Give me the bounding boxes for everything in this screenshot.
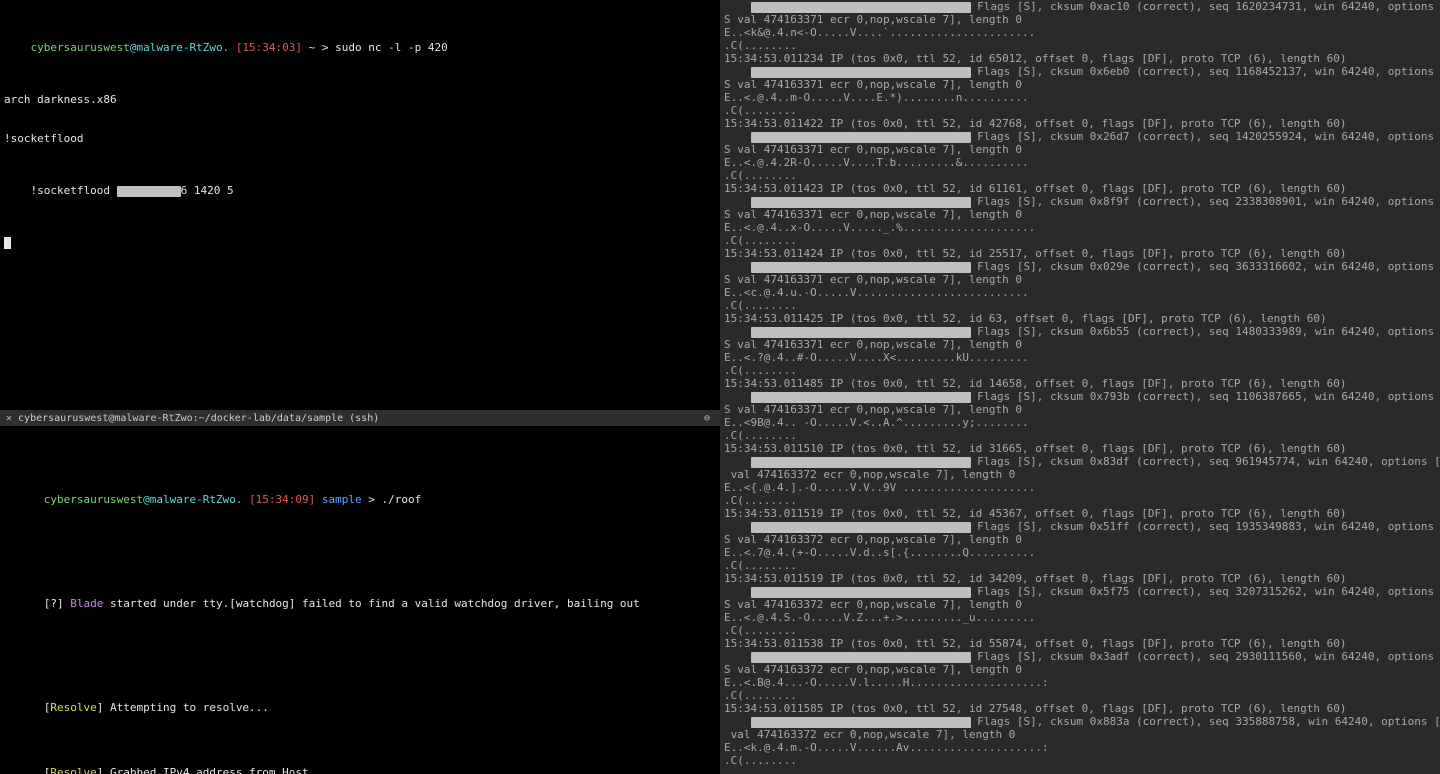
prompt-user: cybersauruswest — [31, 41, 130, 54]
redacted-text — [751, 327, 971, 338]
tcpdump-line: S val 474163371 ecr 0,nop,wscale 7], len… — [724, 143, 1436, 156]
tcpdump-line: .C(........ — [724, 104, 1436, 117]
tcpdump-line: .C(........ — [724, 169, 1436, 182]
redacted-text — [751, 457, 971, 468]
tcpdump-line: S val 474163372 ecr 0,nop,wscale 7], len… — [724, 663, 1436, 676]
terminal-pane-bottom-left[interactable]: ✕ cybersauruswest@malware-RtZwo:~/docker… — [0, 384, 720, 774]
tcpdump-line: Flags [S], cksum 0x83df (correct), seq 9… — [724, 455, 1436, 468]
tcpdump-line: .C(........ — [724, 689, 1436, 702]
close-icon[interactable]: ✕ — [6, 412, 12, 425]
tcpdump-line: E..<.7@.4.(+-O.....V.d..s[.{........Q...… — [724, 546, 1436, 559]
tcpdump-line: S val 474163371 ecr 0,nop,wscale 7], len… — [724, 338, 1436, 351]
prompt-host: malware-RtZwo. — [136, 41, 229, 54]
tcpdump-line: 15:34:53.011538 IP (tos 0x0, ttl 52, id … — [724, 637, 1436, 650]
output-line: 6 1420 5 — [181, 184, 234, 197]
tcpdump-line: E..<k.@.4.m.-O.....V......Av............… — [724, 741, 1436, 754]
redacted-text — [751, 717, 971, 728]
terminal-pane-top-left[interactable]: cybersauruswest@malware-RtZwo. [15:34:03… — [0, 0, 720, 384]
tcpdump-line: S val 474163371 ecr 0,nop,wscale 7], len… — [724, 208, 1436, 221]
tcpdump-line: Flags [S], cksum 0x793b (correct), seq 1… — [724, 390, 1436, 403]
output-line: !socketflood — [4, 132, 716, 145]
tcpdump-line: 15:34:53.011423 IP (tos 0x0, ttl 52, id … — [724, 182, 1436, 195]
redacted-text — [751, 67, 971, 78]
tcpdump-line: E..<.@.4.2R-O.....V....T.b.........&....… — [724, 156, 1436, 169]
tcpdump-line: .C(........ — [724, 559, 1436, 572]
tcpdump-line: E..<.@.4.S.-O.....V.Z...+.>........._u..… — [724, 611, 1436, 624]
prompt-time: [15:34:03] — [236, 41, 302, 54]
tcpdump-line: Flags [S], cksum 0x6b55 (correct), seq 1… — [724, 325, 1436, 338]
tcpdump-line: val 474163372 ecr 0,nop,wscale 7], lengt… — [724, 468, 1436, 481]
tcpdump-line: .C(........ — [724, 429, 1436, 442]
tab-title[interactable]: cybersauruswest@malware-RtZwo:~/docker-l… — [18, 412, 379, 425]
tcpdump-line: 15:34:53.011234 IP (tos 0x0, ttl 52, id … — [724, 52, 1436, 65]
tcpdump-line: S val 474163372 ecr 0,nop,wscale 7], len… — [724, 598, 1436, 611]
app-name: Blade — [70, 597, 103, 610]
redacted-text — [117, 186, 181, 197]
tcpdump-line: 15:34:53.011422 IP (tos 0x0, ttl 52, id … — [724, 117, 1436, 130]
terminal-pane-right[interactable]: Flags [S], cksum 0xac10 (correct), seq 1… — [720, 0, 1440, 774]
tcpdump-line: Flags [S], cksum 0xac10 (correct), seq 1… — [724, 0, 1436, 13]
tag-resolve: Resolve — [50, 701, 96, 714]
tcpdump-line: 15:34:53.011510 IP (tos 0x0, ttl 52, id … — [724, 442, 1436, 455]
maximize-icon[interactable]: ⊖ — [704, 412, 716, 424]
tcpdump-line: 15:34:53.011519 IP (tos 0x0, ttl 52, id … — [724, 572, 1436, 585]
cursor — [4, 237, 11, 249]
redacted-text — [751, 132, 971, 143]
tcpdump-line: S val 474163371 ecr 0,nop,wscale 7], len… — [724, 403, 1436, 416]
tcpdump-line: val 474163372 ecr 0,nop,wscale 7], lengt… — [724, 728, 1436, 741]
tcpdump-line: E..<{.@.4.].-O.....V.V..9V .............… — [724, 481, 1436, 494]
tcpdump-line: Flags [S], cksum 0x8f9f (correct), seq 2… — [724, 195, 1436, 208]
tcpdump-line: 15:34:53.011519 IP (tos 0x0, ttl 52, id … — [724, 507, 1436, 520]
prompt-host: malware-RtZwo. — [150, 493, 243, 506]
prompt-user: cybersauruswest — [44, 493, 143, 506]
tcpdump-line: .C(........ — [724, 299, 1436, 312]
tcpdump-line: S val 474163371 ecr 0,nop,wscale 7], len… — [724, 273, 1436, 286]
tcpdump-line: .C(........ — [724, 624, 1436, 637]
tcpdump-line: .C(........ — [724, 494, 1436, 507]
command-input: ./roof — [382, 493, 422, 506]
tcpdump-line: .C(........ — [724, 754, 1436, 767]
tcpdump-line: .C(........ — [724, 39, 1436, 52]
redacted-text — [751, 392, 971, 403]
tab-bar: ✕ cybersauruswest@malware-RtZwo:~/docker… — [0, 410, 720, 426]
redacted-text — [751, 522, 971, 533]
redacted-text — [751, 587, 971, 598]
output-line: arch darkness.x86 — [4, 93, 716, 106]
tcpdump-line: 15:34:53.011424 IP (tos 0x0, ttl 52, id … — [724, 247, 1436, 260]
prompt-sep: > — [322, 41, 329, 54]
tcpdump-line: Flags [S], cksum 0x029e (correct), seq 3… — [724, 260, 1436, 273]
output-line: !socketflood — [31, 184, 117, 197]
redacted-text — [751, 2, 971, 13]
tcpdump-line: Flags [S], cksum 0x883a (correct), seq 3… — [724, 715, 1436, 728]
tcpdump-line: E..<c.@.4.u.-O.....V....................… — [724, 286, 1436, 299]
tcpdump-line: 15:34:53.011485 IP (tos 0x0, ttl 52, id … — [724, 377, 1436, 390]
tcpdump-line: S val 474163372 ecr 0,nop,wscale 7], len… — [724, 533, 1436, 546]
prompt-time: [15:34:09] — [249, 493, 315, 506]
redacted-text — [751, 262, 971, 273]
redacted-text — [751, 652, 971, 663]
tcpdump-line: E..<.B@.4...-O.....V.l.....H............… — [724, 676, 1436, 689]
tcpdump-line: 15:34:53.011425 IP (tos 0x0, ttl 52, id … — [724, 312, 1436, 325]
tcpdump-line: E..<.@.4..x-O.....V....._.%.............… — [724, 221, 1436, 234]
tcpdump-line: E..<k&@.4.n<-O.....V....`...............… — [724, 26, 1436, 39]
tcpdump-line: Flags [S], cksum 0x3adf (correct), seq 2… — [724, 650, 1436, 663]
prompt-path: ~ — [309, 41, 316, 54]
tcpdump-line: Flags [S], cksum 0x5f75 (correct), seq 3… — [724, 585, 1436, 598]
prompt-path: sample — [322, 493, 362, 506]
tcpdump-line: S val 474163371 ecr 0,nop,wscale 7], len… — [724, 78, 1436, 91]
tcpdump-line: E..<.@.4..m-O.....V....E.*)........n....… — [724, 91, 1436, 104]
tcpdump-line: 15:34:53.011585 IP (tos 0x0, ttl 52, id … — [724, 702, 1436, 715]
tcpdump-line: Flags [S], cksum 0x51ff (correct), seq 1… — [724, 520, 1436, 533]
tcpdump-line: Flags [S], cksum 0x6eb0 (correct), seq 1… — [724, 65, 1436, 78]
redacted-text — [751, 197, 971, 208]
tcpdump-line: .C(........ — [724, 364, 1436, 377]
tcpdump-line: .C(........ — [724, 234, 1436, 247]
tcpdump-line: S val 474163371 ecr 0,nop,wscale 7], len… — [724, 13, 1436, 26]
tcpdump-line: E..<9B@.4.. -O.....V.<..A.^.........y;..… — [724, 416, 1436, 429]
command-input: sudo nc -l -p 420 — [335, 41, 448, 54]
tcpdump-line: E..<.?@.4..#-O.....V....X<.........kU...… — [724, 351, 1436, 364]
tcpdump-line: Flags [S], cksum 0x26d7 (correct), seq 1… — [724, 130, 1436, 143]
